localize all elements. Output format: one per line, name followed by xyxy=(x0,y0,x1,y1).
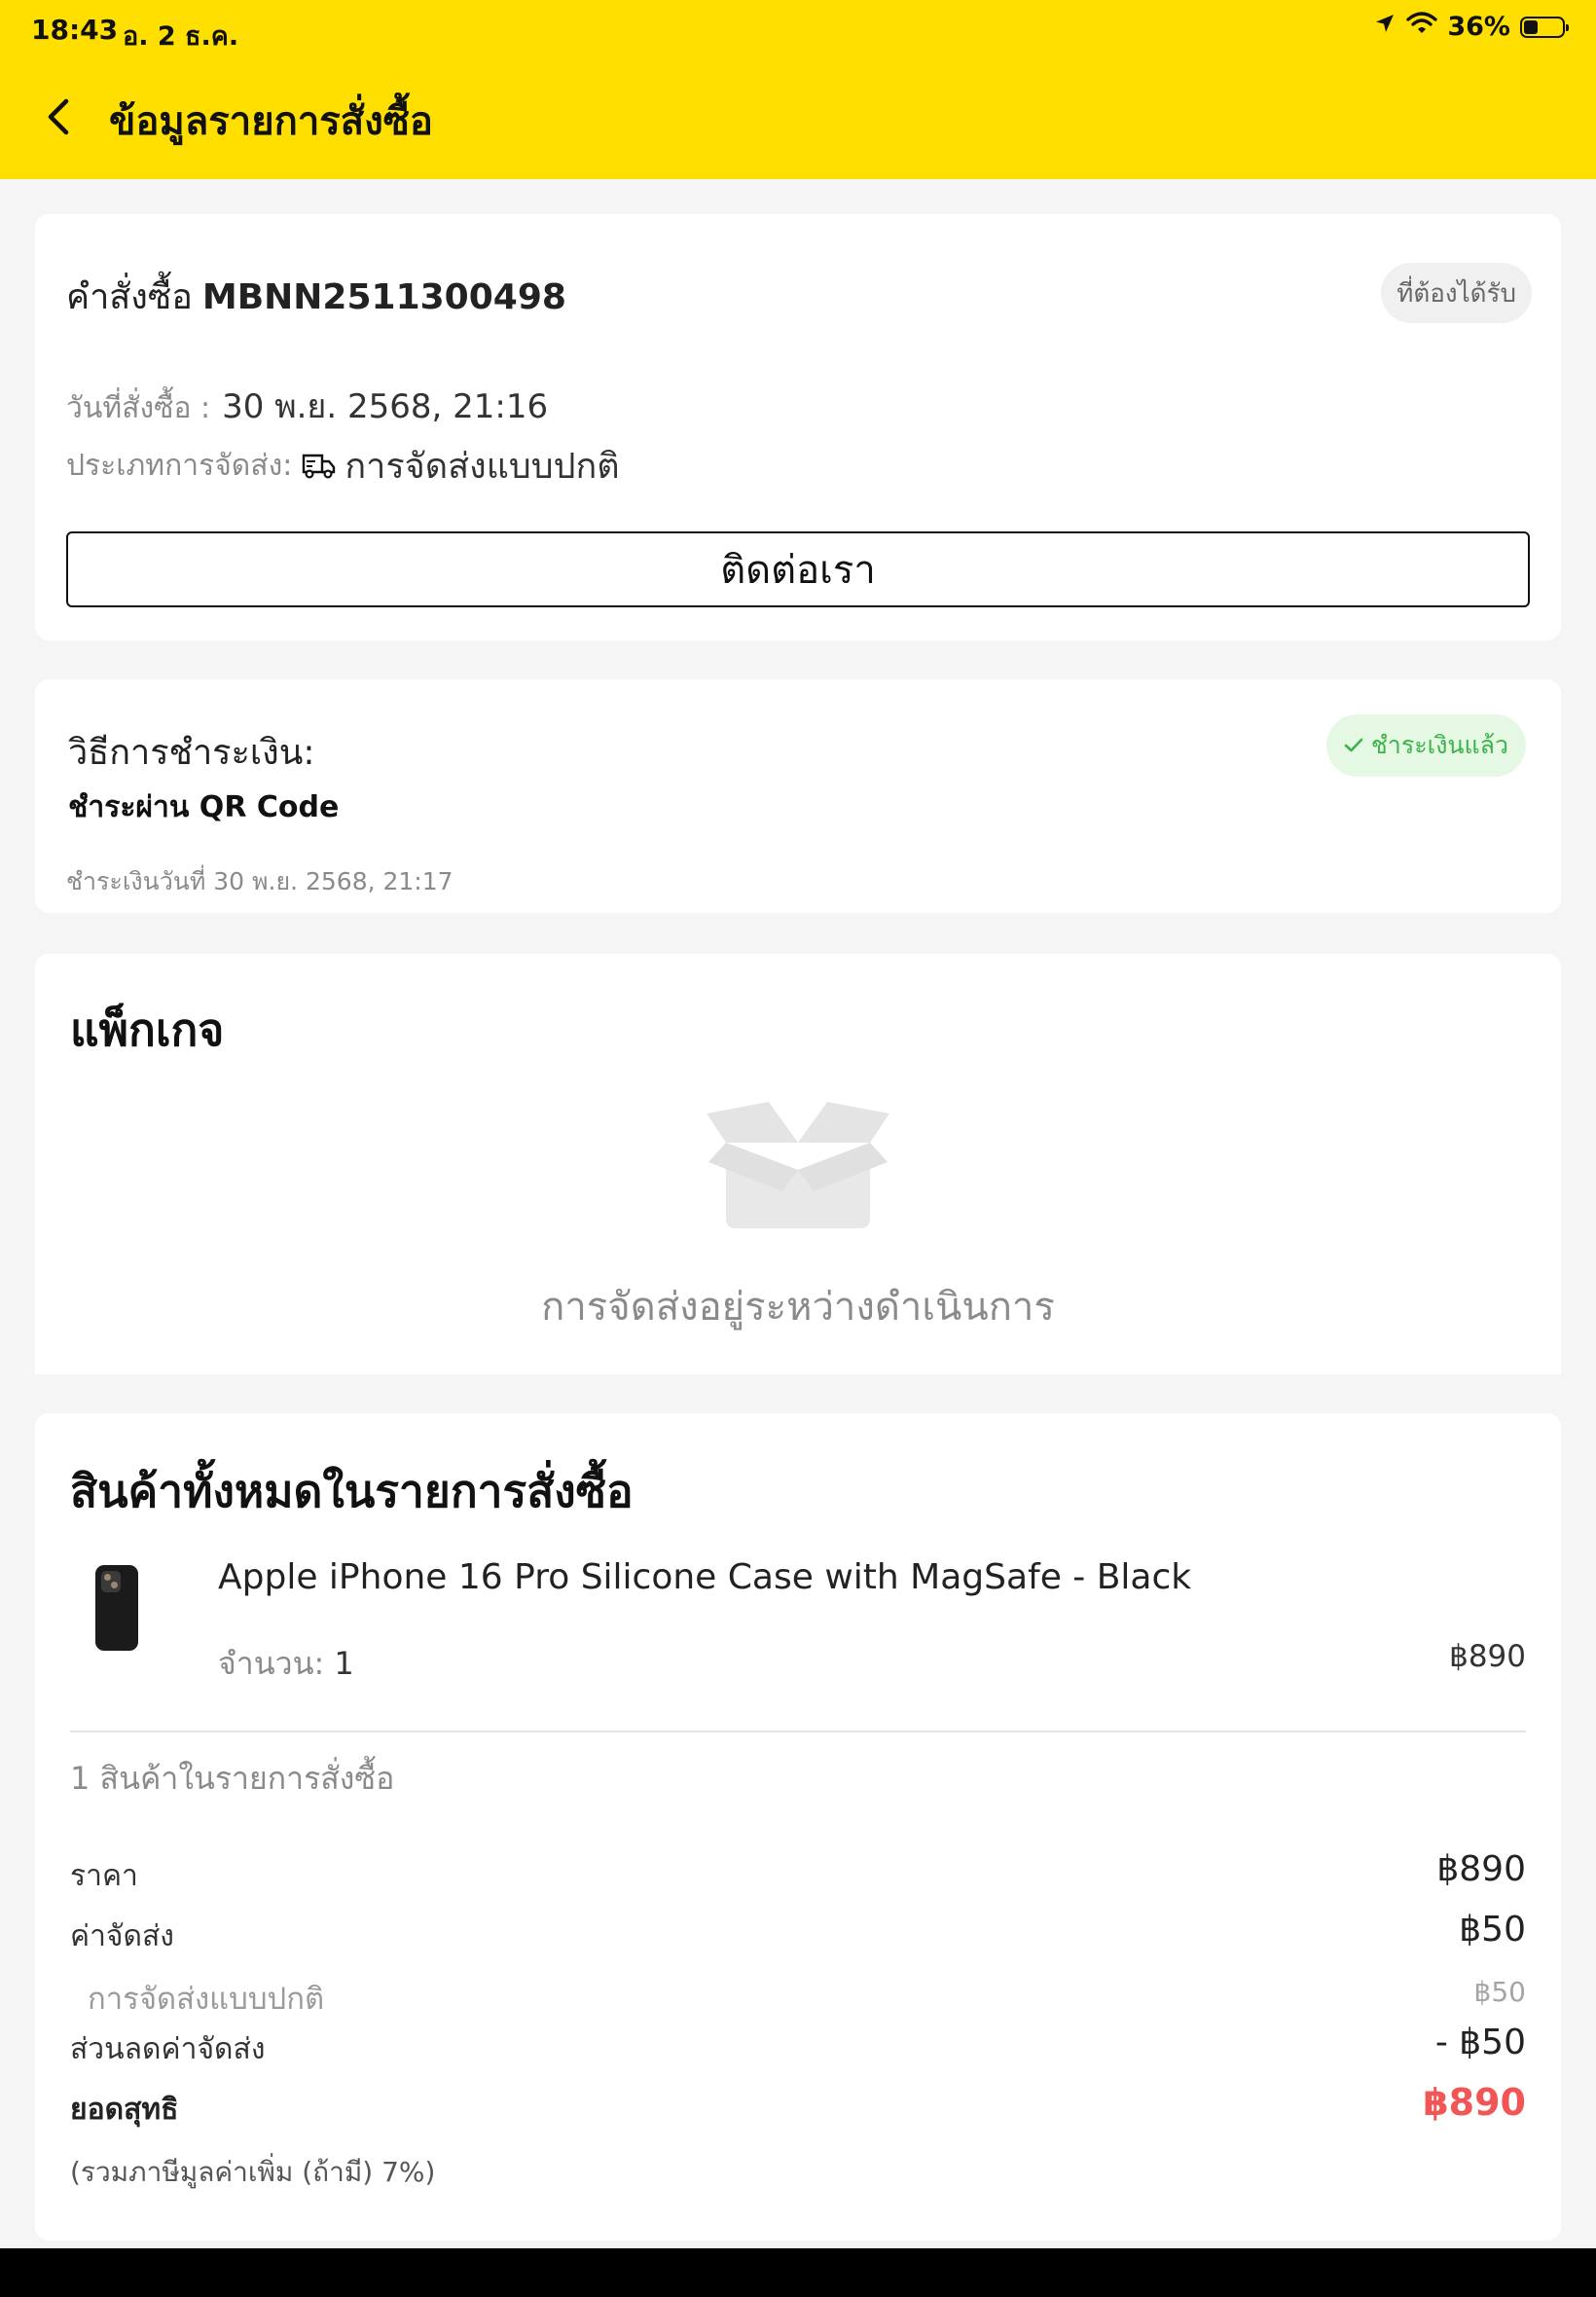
shipping-fee-value: ฿50 xyxy=(1459,1910,1526,1950)
status-date: อ. 2 ธ.ค. xyxy=(123,21,239,52)
contact-us-button[interactable]: ติดต่อเรา xyxy=(66,531,1530,607)
net-total-label: ยอดสุทธิ xyxy=(70,2093,179,2127)
bottom-bar xyxy=(0,2248,1596,2297)
shipping-sub-value: ฿50 xyxy=(1473,1976,1526,2008)
package-card: แพ็กเกจ การจัดส่งอยู่ระหว่างดำเนินการ xyxy=(35,954,1561,1374)
vat-note: (รวมภาษีมูลค่าเพิ่ม (ถ้ามี) 7%) xyxy=(70,2156,436,2188)
order-items-card: สินค้าทั้งหมดในรายการสั่งซื้อ Apple iPho… xyxy=(35,1413,1561,2241)
package-status-text: การจัดส่งอยู่ระหว่างดำเนินการ xyxy=(541,1285,1055,1330)
shipping-discount-label: ส่วนลดค่าจัดส่ง xyxy=(70,2032,266,2066)
app-header: 18:43 อ. 2 ธ.ค. 36% ข้อมูลรายการสั่งซื้อ xyxy=(0,0,1596,179)
shipping-type-label: ประเภทการจัดส่ง: xyxy=(66,449,293,483)
truck-icon xyxy=(302,452,337,481)
paid-date: ชำระเงินวันที่ 30 พ.ย. 2568, 21:17 xyxy=(66,867,453,895)
payment-card: วิธีการชำระเงิน: ชำระผ่าน QR Code ชำระเง… xyxy=(35,679,1561,913)
status-time: 18:43 xyxy=(31,14,119,46)
items-title: สินค้าทั้งหมดในรายการสั่งซื้อ xyxy=(70,1465,634,1517)
page-title: ข้อมูลรายการสั่งซื้อ xyxy=(109,99,433,144)
order-date-row: วันที่สั่งซื้อ : 30 พ.ย. 2568, 21:16 xyxy=(66,380,548,432)
order-date-label: วันที่สั่งซื้อ : xyxy=(66,391,211,425)
quantity-label: จำนวน: xyxy=(218,1645,325,1682)
battery-icon xyxy=(1520,16,1569,38)
check-icon xyxy=(1344,738,1363,752)
empty-box-icon xyxy=(707,1102,889,1228)
order-status-badge: ที่ต้องได้รับ xyxy=(1381,263,1532,323)
wifi-icon xyxy=(1406,12,1438,42)
net-total-value: ฿890 xyxy=(1423,2081,1526,2124)
battery-percent: 36% xyxy=(1447,12,1510,42)
order-info-card: คำสั่งซื้อ MBNN2511300498 ที่ต้องได้รับ ว… xyxy=(35,214,1561,640)
quantity-value: 1 xyxy=(334,1645,354,1682)
paid-status-badge: ชำระเงินแล้ว xyxy=(1325,714,1526,777)
shipping-type-row: ประเภทการจัดส่ง: การจัดส่งแบบปกติ xyxy=(66,438,620,493)
payment-method-label: วิธีการชำระเงิน: xyxy=(68,733,315,773)
order-label: คำสั่งซื้อ xyxy=(66,277,193,317)
order-date-value: 30 พ.ย. 2568, 21:16 xyxy=(222,387,549,426)
order-number: MBNN2511300498 xyxy=(201,277,566,317)
shipping-fee-label: ค่าจัดส่ง xyxy=(70,1919,174,1953)
product-price: ฿890 xyxy=(1449,1639,1526,1674)
order-number-row: คำสั่งซื้อ MBNN2511300498 xyxy=(66,269,566,324)
price-label: ราคา xyxy=(70,1859,138,1893)
product-thumbnail xyxy=(95,1565,138,1651)
product-quantity: จำนวน: 1 xyxy=(218,1639,354,1689)
package-title: แพ็กเกจ xyxy=(70,1003,225,1056)
shipping-discount-value: - ฿50 xyxy=(1434,2023,1526,2062)
location-icon xyxy=(1373,12,1396,42)
shipping-sub-label: การจัดส่งแบบปกติ xyxy=(88,1982,325,2017)
shipping-type-value: การจัดส่งแบบปกติ xyxy=(345,447,620,487)
product-name: Apple iPhone 16 Pro Silicone Case with M… xyxy=(218,1557,1192,1597)
chevron-left-icon xyxy=(48,98,69,135)
divider xyxy=(70,1731,1526,1732)
item-count: 1 สินค้าในรายการสั่งซื้อ xyxy=(70,1760,395,1797)
paid-status-text: ชำระเงินแล้ว xyxy=(1370,731,1508,759)
battery-level xyxy=(1524,19,1538,34)
back-button[interactable] xyxy=(39,95,78,138)
status-bar: 18:43 อ. 2 ธ.ค. 36% xyxy=(0,0,1596,62)
price-value: ฿890 xyxy=(1436,1849,1526,1889)
status-indicators: 36% xyxy=(1373,12,1569,42)
payment-method-value: ชำระผ่าน QR Code xyxy=(68,790,340,824)
